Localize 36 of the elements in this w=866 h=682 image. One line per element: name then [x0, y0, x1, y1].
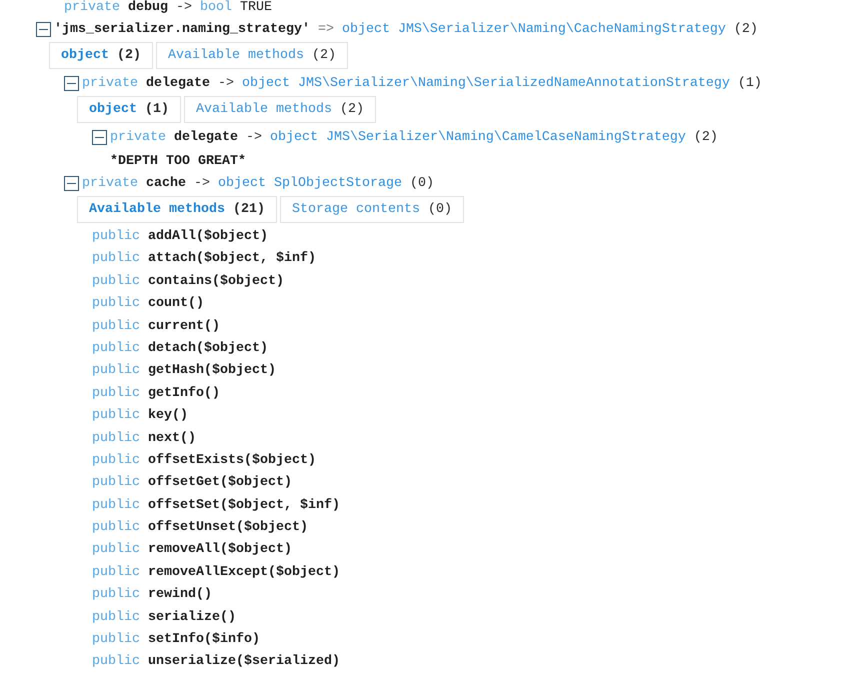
tab[interactable]: Storage contents (0): [280, 196, 464, 223]
method-signature: public unserialize($serialized): [92, 653, 340, 672]
node-header: 'jms_serializer.naming_strategy' => object JMS\Serializer\Naming\CacheNamingStrategy (2): [54, 21, 758, 38]
method-signature: public key(): [92, 407, 188, 426]
tab[interactable]: Available methods (2): [184, 96, 376, 123]
method-signature: public offsetUnset($object): [92, 519, 308, 538]
node-header: private delegate -> object JMS\Serializer\Naming\SerializedNameAnnotationStrategy (1): [82, 75, 762, 92]
method-signature: public count(): [92, 295, 204, 314]
depth-warning: *DEPTH TOO GREAT*: [110, 154, 246, 169]
node-header: private cache -> object SplObjectStorage (0): [82, 175, 434, 192]
minus-box-icon[interactable]: [64, 176, 79, 191]
method-signature: public addAll($object): [92, 228, 268, 246]
method-signature: public current(): [92, 318, 220, 336]
node-header: private delegate -> object JMS\Serializer\Naming\CamelCaseNamingStrategy (2): [110, 129, 718, 146]
method-signature: public getInfo(): [92, 384, 220, 403]
method-signature: public offsetGet($object): [92, 474, 292, 492]
method-signature: public next(): [92, 430, 196, 448]
method-signature: public offsetSet($object, $inf): [92, 496, 340, 515]
minus-box-icon[interactable]: [64, 76, 79, 91]
method-signature: public contains($object): [92, 272, 284, 291]
method-signature: public setInfo($info): [92, 631, 260, 650]
minus-box-icon[interactable]: [92, 130, 107, 145]
method-signature: public removeAllExcept($object): [92, 564, 340, 582]
method-signature: public getHash($object): [92, 362, 276, 380]
method-signature: public removeAll($object): [92, 541, 292, 560]
method-signature: public serialize(): [92, 608, 236, 627]
method-signature: public detach($object): [92, 340, 268, 358]
tab[interactable]: Available methods (21): [77, 196, 277, 223]
property-line: private debug -> bool TRUE: [64, 0, 272, 15]
tab[interactable]: object (1): [77, 96, 181, 123]
tab[interactable]: Available methods (2): [156, 42, 348, 69]
method-signature: public offsetExists($object): [92, 452, 316, 470]
tab[interactable]: object (2): [49, 42, 153, 69]
method-signature: public attach($object, $inf): [92, 250, 316, 268]
method-signature: public rewind(): [92, 586, 212, 604]
minus-box-icon[interactable]: [36, 22, 51, 37]
